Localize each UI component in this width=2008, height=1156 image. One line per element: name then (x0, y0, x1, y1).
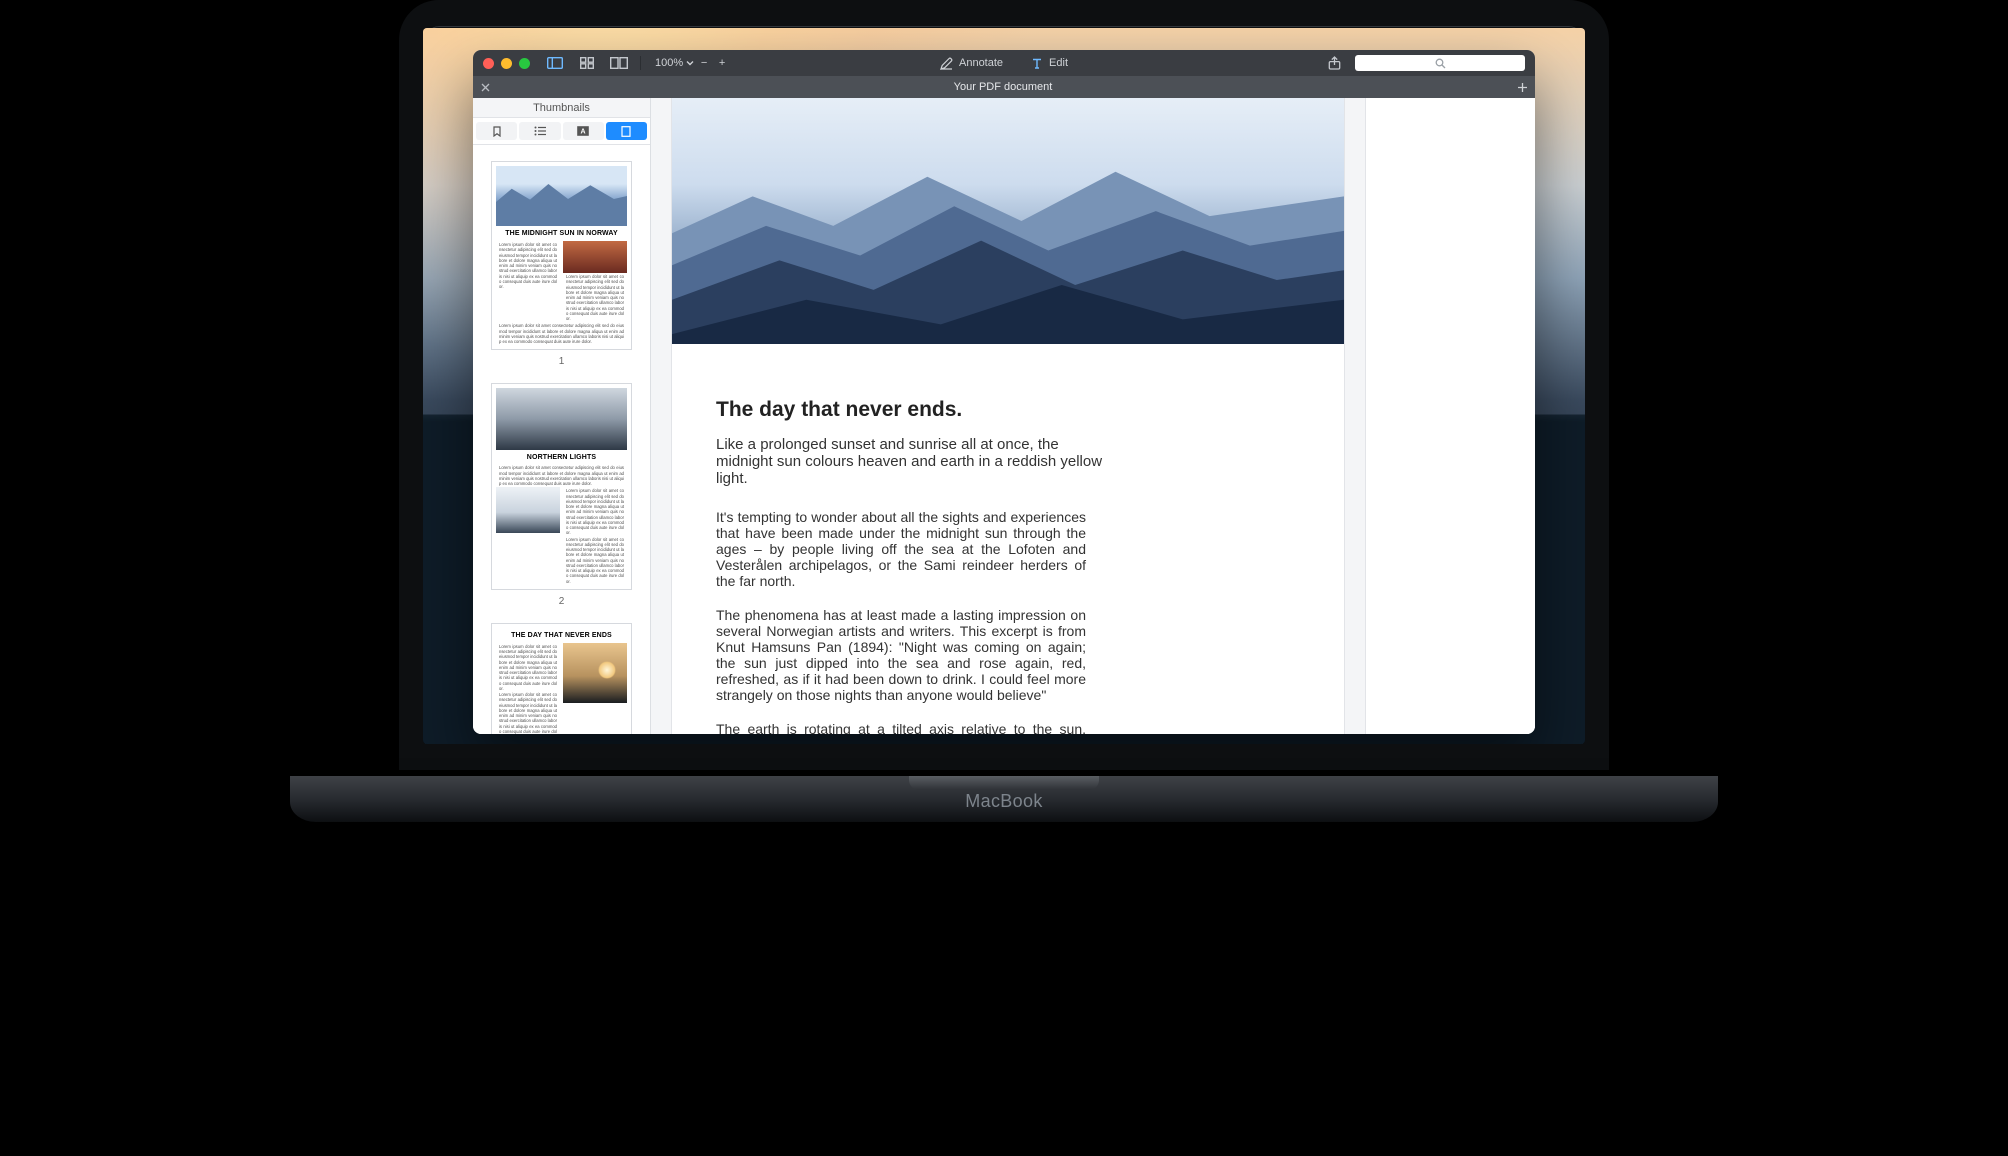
svg-text:A: A (581, 129, 586, 136)
annotation-icon: A (577, 126, 589, 136)
bookmark-icon (492, 126, 502, 137)
plus-icon (1517, 82, 1528, 93)
app-window: 100% − + Annotate (473, 50, 1535, 734)
hero-image (672, 98, 1344, 344)
document-paragraph: The phenomena has at least made a lastin… (716, 607, 1086, 703)
page-icon (621, 126, 631, 137)
inspector-panel (1365, 98, 1535, 734)
page-thumbnail[interactable]: THE MIDNIGHT SUN IN NORWAY Lorem ipsum d… (491, 161, 632, 350)
sidebar-tab-annotations[interactable]: A (563, 122, 604, 140)
pdf-page[interactable]: The day that never ends. Like a prolonge… (672, 98, 1344, 734)
page-scroll-area[interactable]: The day that never ends. Like a prolonge… (651, 98, 1365, 734)
sidebar-tab-bookmarks[interactable] (476, 122, 517, 140)
document-paragraph: The earth is rotating at a tilted axis r… (716, 721, 1086, 734)
text-cursor-icon (1031, 57, 1043, 70)
zoom-out-button[interactable]: − (696, 57, 712, 69)
device-label: MacBook (965, 791, 1043, 812)
annotate-label: Annotate (959, 57, 1003, 69)
document-viewport: The day that never ends. Like a prolonge… (651, 98, 1535, 734)
thumbnail-image (563, 241, 627, 273)
thumbnail-title: THE MIDNIGHT SUN IN NORWAY (496, 230, 627, 237)
document-tab[interactable]: Your PDF document (473, 76, 1535, 98)
thumbnail-image (563, 643, 627, 703)
edit-label: Edit (1049, 57, 1068, 69)
thumbnail-title: THE DAY THAT NEVER ENDS (496, 632, 627, 639)
two-page-view-button[interactable] (608, 54, 630, 72)
document-paragraph: It's tempting to wonder about all the si… (716, 509, 1086, 589)
page-thumbnail[interactable]: THE DAY THAT NEVER ENDS Lorem ipsum dolo… (491, 623, 632, 734)
zoom-in-button[interactable]: + (714, 57, 730, 69)
tab-title: Your PDF document (497, 81, 1509, 93)
close-tab-button[interactable] (473, 83, 497, 92)
annotate-mode-button[interactable]: Annotate (940, 57, 1003, 70)
zoom-level-label: 100% (655, 57, 683, 69)
thumbnails-sidebar: Thumbnails A (473, 98, 651, 734)
search-icon (1435, 58, 1446, 69)
sidebar-title: Thumbnails (473, 98, 650, 118)
thumbnail-image (496, 388, 627, 450)
zoom-level-dropdown[interactable]: 100% (655, 57, 694, 69)
maximize-window-button[interactable] (519, 58, 530, 69)
main-toolbar: 100% − + Annotate (473, 50, 1535, 76)
toggle-sidebar-button[interactable] (544, 54, 566, 72)
pencil-icon (940, 57, 953, 70)
thumbnail-title: NORTHERN LIGHTS (496, 454, 627, 461)
window-controls (483, 58, 530, 69)
share-button[interactable] (1323, 54, 1345, 72)
page-thumbnail[interactable]: NORTHERN LIGHTS Lorem ipsum dolor sit am… (491, 383, 632, 590)
thumbnail-view-button[interactable] (576, 54, 598, 72)
document-lede: Like a prolonged sunset and sunrise all … (716, 436, 1116, 487)
thumbnails-list[interactable]: THE MIDNIGHT SUN IN NORWAY Lorem ipsum d… (473, 145, 650, 734)
thumbnail-page-number: 2 (485, 596, 638, 607)
thumbnail-image (496, 487, 560, 533)
minimize-window-button[interactable] (501, 58, 512, 69)
edit-mode-button[interactable]: Edit (1031, 57, 1068, 70)
sidebar-tab-strip: A (473, 118, 650, 145)
sidebar-tab-thumbnails[interactable] (606, 122, 647, 140)
chevron-down-icon (686, 59, 694, 67)
thumbnail-page-number: 1 (485, 356, 638, 367)
new-tab-button[interactable] (1509, 82, 1535, 93)
document-heading: The day that never ends. (716, 398, 1300, 422)
close-icon (481, 83, 490, 92)
list-icon (534, 126, 546, 136)
search-field[interactable] (1355, 55, 1525, 71)
sidebar-tab-outline[interactable] (519, 122, 560, 140)
thumbnail-image (496, 166, 627, 226)
close-window-button[interactable] (483, 58, 494, 69)
